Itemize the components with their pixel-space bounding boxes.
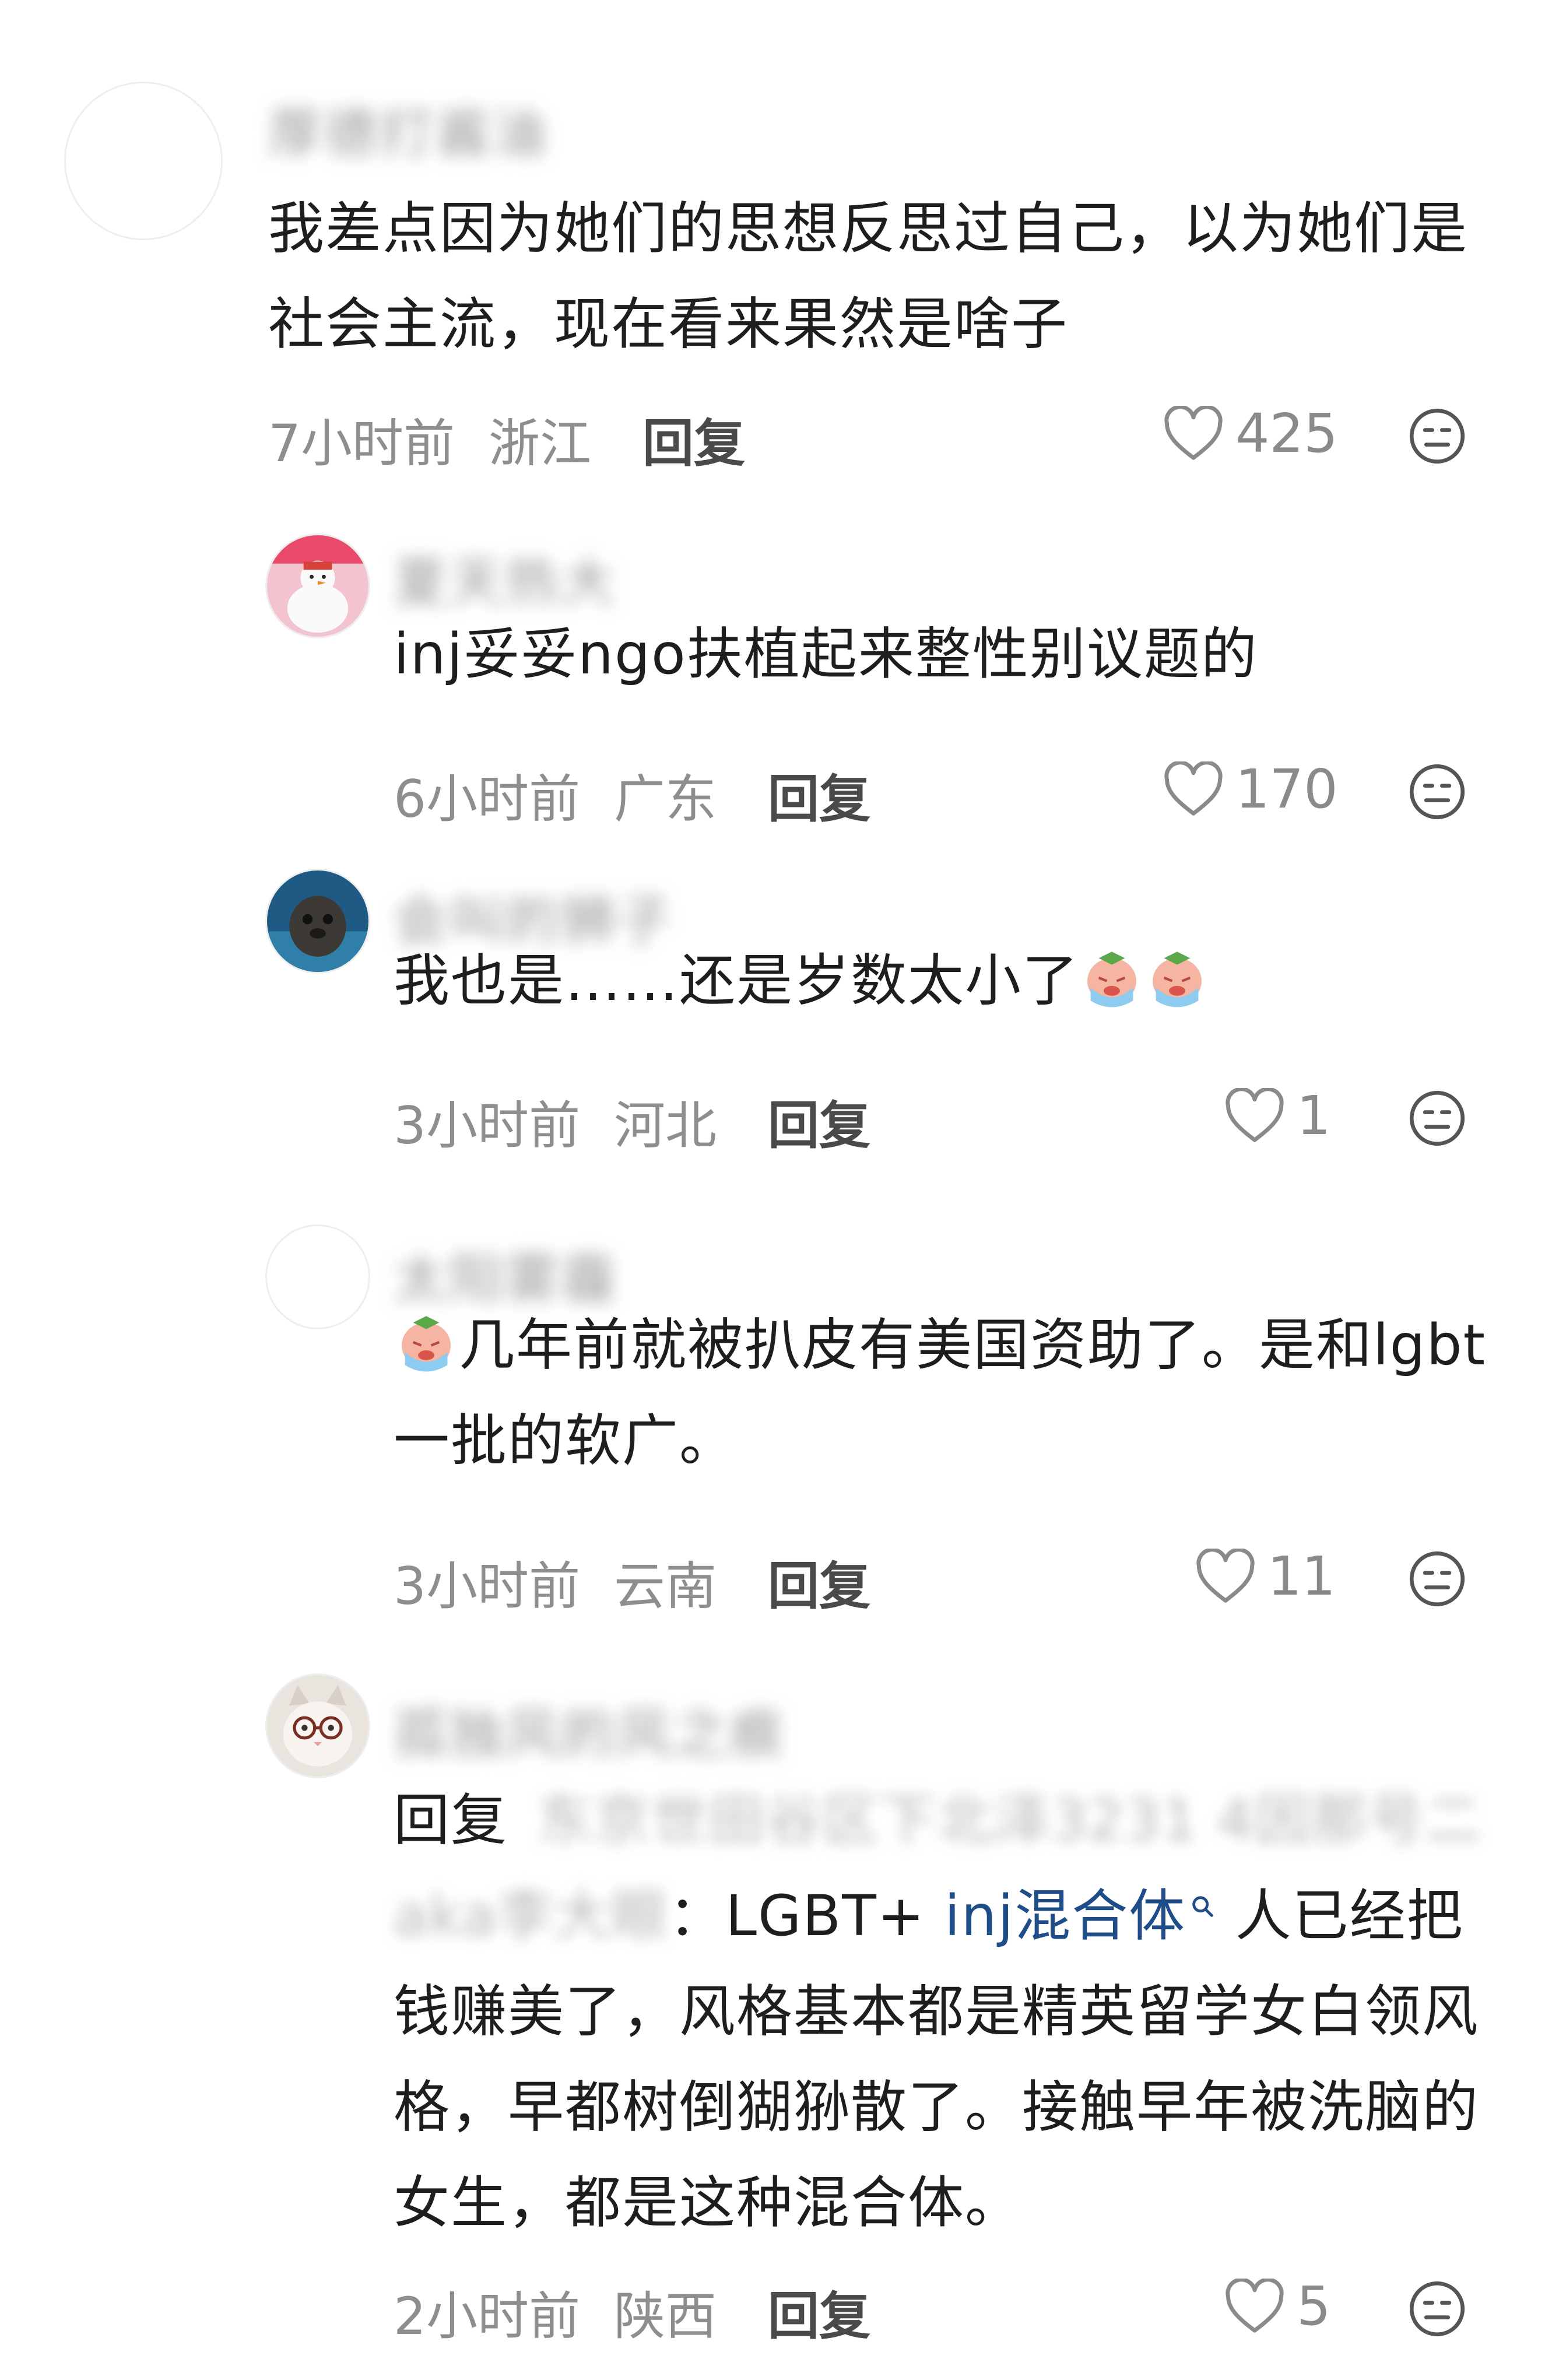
cat-avatar-image [267,1675,368,1777]
comment-time: 3小时前 [394,1096,580,1156]
comment-location: 浙江 [488,413,591,473]
avatar[interactable] [64,82,223,240]
avatar[interactable] [265,1673,370,1778]
comment-item: 夏天热大 inj妥妥ngo扶植起来整性别议题的 6小时前 广东 回复 170 [0,513,1559,840]
search-link[interactable]: inj混合体 [944,1883,1216,1949]
reply-button[interactable]: 回复 [768,2286,870,2346]
comment-meta: 6小时前 广东 回复 [394,758,870,832]
comment-item: 厚德打酱油 我差点因为她们的思想反思过自己，以为她们是社会主流，现在看来果然是啥… [0,0,1559,513]
reply-target-name[interactable]: 东京世田谷区下北泽3231 4因那号二 [537,1788,1483,1853]
search-icon [1192,1896,1213,1917]
reply-button[interactable]: 回复 [768,1556,870,1616]
heart-outline-icon [1196,1548,1255,1603]
comment-text-before-link: ：LGBT+ [668,1883,944,1949]
reply-button[interactable]: 回复 [768,1096,870,1156]
neutral-face-icon [1409,1090,1465,1146]
comment-location: 云南 [613,1556,717,1616]
like-button[interactable]: 425 [1163,402,1338,465]
dislike-button[interactable] [1408,1550,1466,1608]
crying-face-emoji [1144,945,1210,1010]
heart-outline-icon [1226,2278,1284,2333]
like-button[interactable]: 1 [1224,1084,1331,1147]
like-count: 1 [1297,1084,1331,1147]
comment-text-content: 我也是……还是岁数太小了 [394,948,1079,1013]
reply-target-name[interactable]: aka李大眼 [394,1883,669,1949]
username[interactable]: 孤独风的风之痕 [394,1691,785,1768]
avatar[interactable] [265,869,370,974]
comment-location: 河北 [613,1096,717,1156]
heart-outline-icon [1226,1087,1284,1142]
crying-face-emoji [1079,945,1144,1010]
snowman-avatar-image [267,535,368,637]
comment-location: 广东 [613,769,717,829]
comment-item: 会叫的狮子 我也是……还是岁数太小了 3小时前 河北 回复 1 [0,840,1559,1195]
neutral-face-icon [1409,2281,1465,2337]
dislike-button[interactable] [1408,407,1466,465]
dislike-button[interactable] [1408,1089,1466,1147]
heart-outline-icon [1164,761,1223,816]
reply-prefix: 回复 [394,1788,508,1853]
comment-time: 7小时前 [268,413,455,473]
like-count: 170 [1235,758,1338,820]
neutral-face-icon [1409,764,1465,820]
avatar[interactable] [265,1224,370,1329]
like-count: 5 [1297,2275,1331,2337]
comment-meta: 3小时前 河北 回复 [394,1084,870,1159]
comment-location: 陕西 [613,2286,717,2346]
like-button[interactable]: 5 [1224,2275,1331,2337]
search-link-text: inj混合体 [944,1883,1186,1949]
comment-text-content: 几年前就被扒皮有美国资助了。是和lgbt一批的软广。 [394,1312,1487,1473]
username[interactable]: 夏天热大 [394,539,617,617]
comment-item: 孤独风的风之痕 回复 东京世田谷区下北泽3231 4因那号二 aka李大眼：LGB… [0,1650,1559,2380]
comment-text: 我也是……还是岁数太小了 [394,933,1501,1028]
neutral-face-icon [1409,408,1465,464]
comment-text: inj妥妥ngo扶植起来整性别议题的 [394,606,1501,702]
comment-text: 我差点因为她们的思想反思过自己，以为她们是社会主流，现在看来果然是啥子 [268,181,1510,372]
like-button[interactable]: 170 [1163,758,1338,820]
dislike-button[interactable] [1408,2280,1466,2338]
comment-text: 几年前就被扒皮有美国资助了。是和lgbt一批的软广。 [394,1297,1501,1489]
comment-item: 太阳雾霾 几年前就被扒皮有美国资助了。是和lgbt一批的软广。 3小时前 云南 … [0,1195,1559,1650]
like-count: 425 [1235,402,1338,465]
neutral-face-icon [1409,1551,1465,1607]
comment-meta: 3小时前 云南 回复 [394,1545,870,1619]
comment-text: 回复 东京世田谷区下北泽3231 4因那号二 aka李大眼：LGBT+ inj混合… [394,1772,1501,2251]
comment-meta: 2小时前 陕西 回复 [394,2275,870,2349]
comment-time: 3小时前 [394,1556,580,1616]
comment-time: 2小时前 [394,2286,580,2346]
username[interactable]: 厚德打酱油 [268,90,548,168]
like-count: 11 [1267,1545,1336,1607]
comment-text-content: inj妥妥ngo扶植起来整性别议题的 [394,622,1258,687]
comment-meta: 7小时前 浙江 回复 [268,402,745,476]
reply-button[interactable]: 回复 [642,413,745,473]
crying-face-emoji [394,1310,459,1375]
comment-text-content: 我差点因为她们的思想反思过自己，以为她们是社会主流，现在看来果然是啥子 [268,196,1468,357]
reply-button[interactable]: 回复 [768,769,870,829]
comment-time: 6小时前 [394,769,580,829]
seal-avatar-image [267,870,368,972]
heart-outline-icon [1164,405,1223,460]
like-button[interactable]: 11 [1195,1545,1336,1607]
avatar[interactable] [265,533,370,638]
dislike-button[interactable] [1408,763,1466,821]
